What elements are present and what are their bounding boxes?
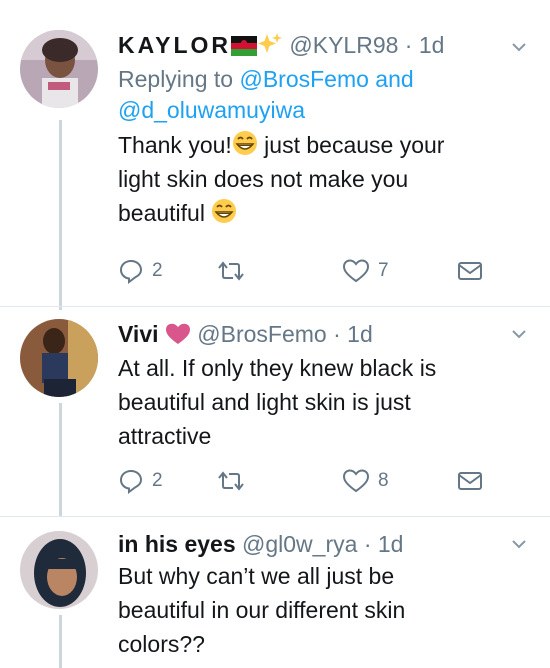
replying-and[interactable]: and (375, 66, 413, 92)
sparkles-icon (258, 33, 282, 53)
tweet-text-line: Thank you! (118, 132, 232, 158)
reply-count: 2 (152, 260, 163, 281)
tweet-content: KAYLOR @KYLR98 · 1d Replying to @BrosFem… (118, 30, 518, 230)
tweet-header: in his eyes @gl0w_rya · 1d (118, 529, 518, 559)
user-handle[interactable]: @BrosFemo (197, 321, 326, 347)
mention-link[interactable]: @d_oluwamuyiwa (118, 97, 305, 123)
thread-line (59, 615, 62, 668)
tweet-header: Vivi @BrosFemo · 1d (118, 319, 518, 349)
mail-icon (458, 472, 482, 490)
tweet-text-line: just because your (257, 132, 445, 158)
retweet-icon (218, 261, 244, 281)
heart-outline-icon (342, 259, 370, 283)
tweet-content: Vivi @BrosFemo · 1d At all. If only they… (118, 319, 518, 453)
tweet-actions: 2 8 (118, 466, 498, 496)
tweet-content: in his eyes @gl0w_rya · 1d But why can’t… (118, 529, 518, 661)
separator-dot: · (363, 531, 372, 557)
reply-button[interactable]: 2 (118, 256, 163, 286)
chevron-down-icon[interactable] (510, 535, 528, 553)
like-button[interactable]: 7 (342, 256, 389, 286)
tweet-text-line: beautiful and light skin is just (118, 389, 411, 415)
avatar[interactable] (20, 319, 98, 397)
reply-button[interactable]: 2 (118, 466, 163, 496)
tweet-text: Thank you! just because your light skin … (118, 128, 518, 230)
display-name[interactable]: Vivi (118, 321, 159, 347)
tweet-text-line: beautiful (118, 200, 205, 226)
avatar[interactable] (20, 531, 98, 609)
separator-dot: · (404, 32, 413, 58)
pink-heart-icon (165, 323, 190, 344)
grinning-emoji-icon (212, 199, 237, 223)
timestamp[interactable]: 1d (378, 531, 404, 557)
grinning-emoji-icon (232, 131, 257, 155)
direct-message-button[interactable] (456, 466, 484, 496)
reply-icon (119, 259, 143, 284)
reply-count: 2 (152, 470, 163, 491)
tweet-text-line: light skin does not make you (118, 166, 409, 192)
tweet-actions: 2 7 (118, 256, 498, 286)
retweet-icon (218, 471, 244, 491)
timestamp[interactable]: 1d (347, 321, 373, 347)
separator-dot: · (333, 321, 341, 347)
tweet-header: KAYLOR @KYLR98 · 1d (118, 30, 518, 60)
tweet-in-his-eyes[interactable]: in his eyes @gl0w_rya · 1d But why can’t… (0, 517, 550, 668)
retweet-button[interactable] (216, 256, 246, 286)
like-button[interactable]: 8 (342, 466, 389, 496)
tweet-text: At all. If only they knew black is beaut… (118, 351, 518, 453)
direct-message-button[interactable] (456, 256, 484, 286)
tweet-text-line: colors?? (118, 631, 205, 657)
user-handle[interactable]: @gl0w_rya (242, 531, 357, 557)
like-count: 8 (378, 470, 389, 491)
tweet-text: But why can’t we all just be beautiful i… (118, 559, 518, 661)
heart-outline-icon (342, 469, 370, 493)
chevron-down-icon[interactable] (510, 38, 528, 56)
reply-icon (119, 469, 143, 494)
display-name[interactable]: in his eyes (118, 531, 236, 557)
thread-line (59, 403, 62, 516)
tweet-text-line: At all. If only they knew black is (118, 355, 437, 381)
tweet-text-line: But why can’t we all just be (118, 563, 395, 589)
avatar[interactable] (20, 30, 98, 108)
like-count: 7 (378, 260, 389, 281)
chevron-down-icon[interactable] (510, 325, 528, 343)
display-name[interactable]: KAYLOR (118, 32, 231, 58)
mention-link[interactable]: @BrosFemo (239, 66, 368, 92)
tweet-vivi[interactable]: Vivi @BrosFemo · 1d At all. If only they… (0, 307, 550, 516)
tweet-text-line: beautiful in our different skin (118, 597, 406, 623)
tweet-text-line: attractive (118, 423, 212, 449)
replying-to-label: Replying to (118, 66, 234, 92)
retweet-button[interactable] (216, 466, 246, 496)
user-handle[interactable]: @KYLR98 (289, 32, 398, 58)
timestamp[interactable]: 1d (419, 32, 445, 58)
mail-icon (458, 262, 482, 280)
malawi-flag-icon (231, 36, 257, 56)
replying-to: Replying to @BrosFemo and @d_oluwamuyiwa (118, 64, 518, 126)
tweet-kaylor[interactable]: KAYLOR @KYLR98 · 1d Replying to @BrosFem… (0, 0, 550, 306)
